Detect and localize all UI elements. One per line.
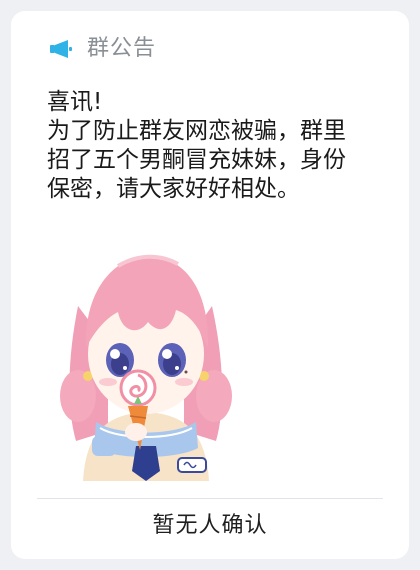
body-line: 招了五个男酮冒充妹妹，身份 — [47, 147, 346, 173]
confirm-status[interactable]: 暂无人确认 — [11, 511, 409, 541]
body-line: 为了防止群友网恋被骗，群里 — [47, 118, 346, 144]
announcement-header: 群公告 — [49, 35, 156, 63]
announcement-image[interactable] — [48, 236, 242, 481]
anime-girl-illustration — [60, 254, 232, 481]
body-line: 喜讯! — [47, 89, 103, 115]
announcement-card: 群公告 喜讯! 为了防止群友网恋被骗，群里 招了五个男酮冒充妹妹，身份 保密，请… — [11, 11, 409, 559]
footer-divider — [37, 498, 383, 499]
body-line: 保密，请大家好好相处。 — [47, 176, 300, 202]
megaphone-icon — [50, 40, 72, 58]
announcement-body: 喜讯! 为了防止群友网恋被骗，群里 招了五个男酮冒充妹妹，身份 保密，请大家好好… — [47, 88, 402, 204]
announcement-title: 群公告 — [87, 36, 157, 61]
